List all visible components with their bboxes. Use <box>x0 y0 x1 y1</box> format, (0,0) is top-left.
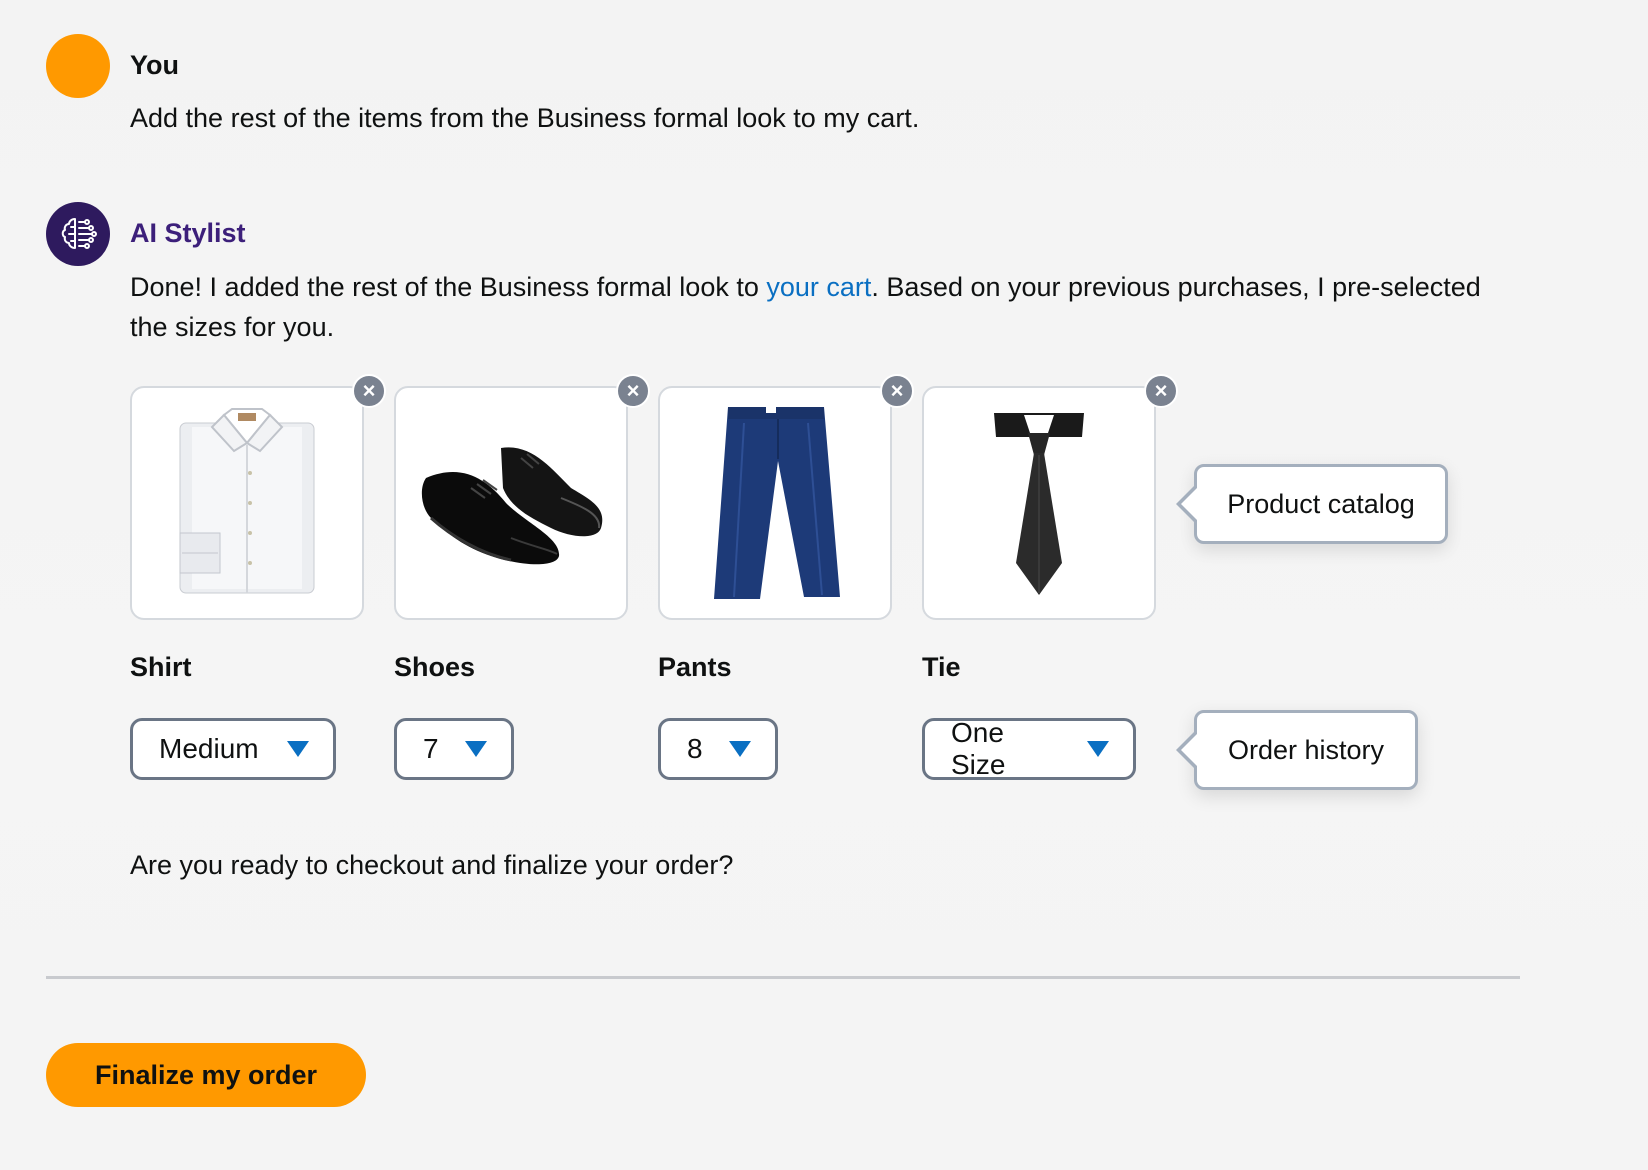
pants-card[interactable] <box>658 386 892 620</box>
tie-card[interactable] <box>922 386 1156 620</box>
user-avatar <box>46 34 110 98</box>
shoes-card[interactable] <box>394 386 628 620</box>
remove-tie-icon[interactable]: × <box>1144 374 1178 408</box>
ai-message-text: Done! I added the rest of the Business f… <box>130 267 1490 347</box>
remove-shoes-icon[interactable]: × <box>616 374 650 408</box>
chevron-down-icon <box>465 741 487 757</box>
shirt-label: Shirt <box>130 652 192 682</box>
shoes-label: Shoes <box>394 652 476 682</box>
shirt-size-select[interactable]: Medium <box>130 718 336 780</box>
shirt-size-value: Medium <box>159 733 259 764</box>
checkout-question: Are you ready to checkout and finalize y… <box>130 850 734 880</box>
product-catalog-callout: Product catalog <box>1176 464 1448 544</box>
order-history-callout: Order history <box>1176 710 1418 790</box>
chevron-down-icon <box>729 741 751 757</box>
chevron-down-icon <box>287 741 309 757</box>
tie-size-select[interactable]: One Size <box>922 717 1136 780</box>
ai-message-text-before: Done! I added the rest of the Business f… <box>130 272 767 302</box>
shoes-image <box>421 447 603 565</box>
pants-label: Pants <box>658 652 732 682</box>
remove-pants-icon[interactable]: × <box>880 374 914 408</box>
chevron-down-icon <box>1087 741 1109 757</box>
divider <box>46 976 1520 979</box>
pants-image <box>714 406 840 599</box>
shoes-size-value: 7 <box>423 733 439 764</box>
finalize-order-button[interactable]: Finalize my order <box>46 1043 366 1107</box>
tie-label: Tie <box>922 652 961 682</box>
user-message-text: Add the rest of the items from the Busin… <box>130 103 920 133</box>
pants-size-select[interactable]: 8 <box>658 718 778 780</box>
remove-shirt-icon[interactable]: × <box>352 374 386 408</box>
tie-size-value: One Size <box>951 717 1006 780</box>
ai-sender-name: AI Stylist <box>130 218 246 248</box>
tie-image <box>994 413 1084 595</box>
ai-avatar <box>46 202 110 266</box>
shirt-card[interactable] <box>130 386 364 620</box>
shirt-image <box>179 408 315 594</box>
pants-size-value: 8 <box>687 733 703 764</box>
ai-brain-icon <box>61 218 97 249</box>
shoes-size-select[interactable]: 7 <box>394 718 514 780</box>
your-cart-link[interactable]: your cart <box>766 272 871 302</box>
user-sender-name: You <box>130 50 179 80</box>
